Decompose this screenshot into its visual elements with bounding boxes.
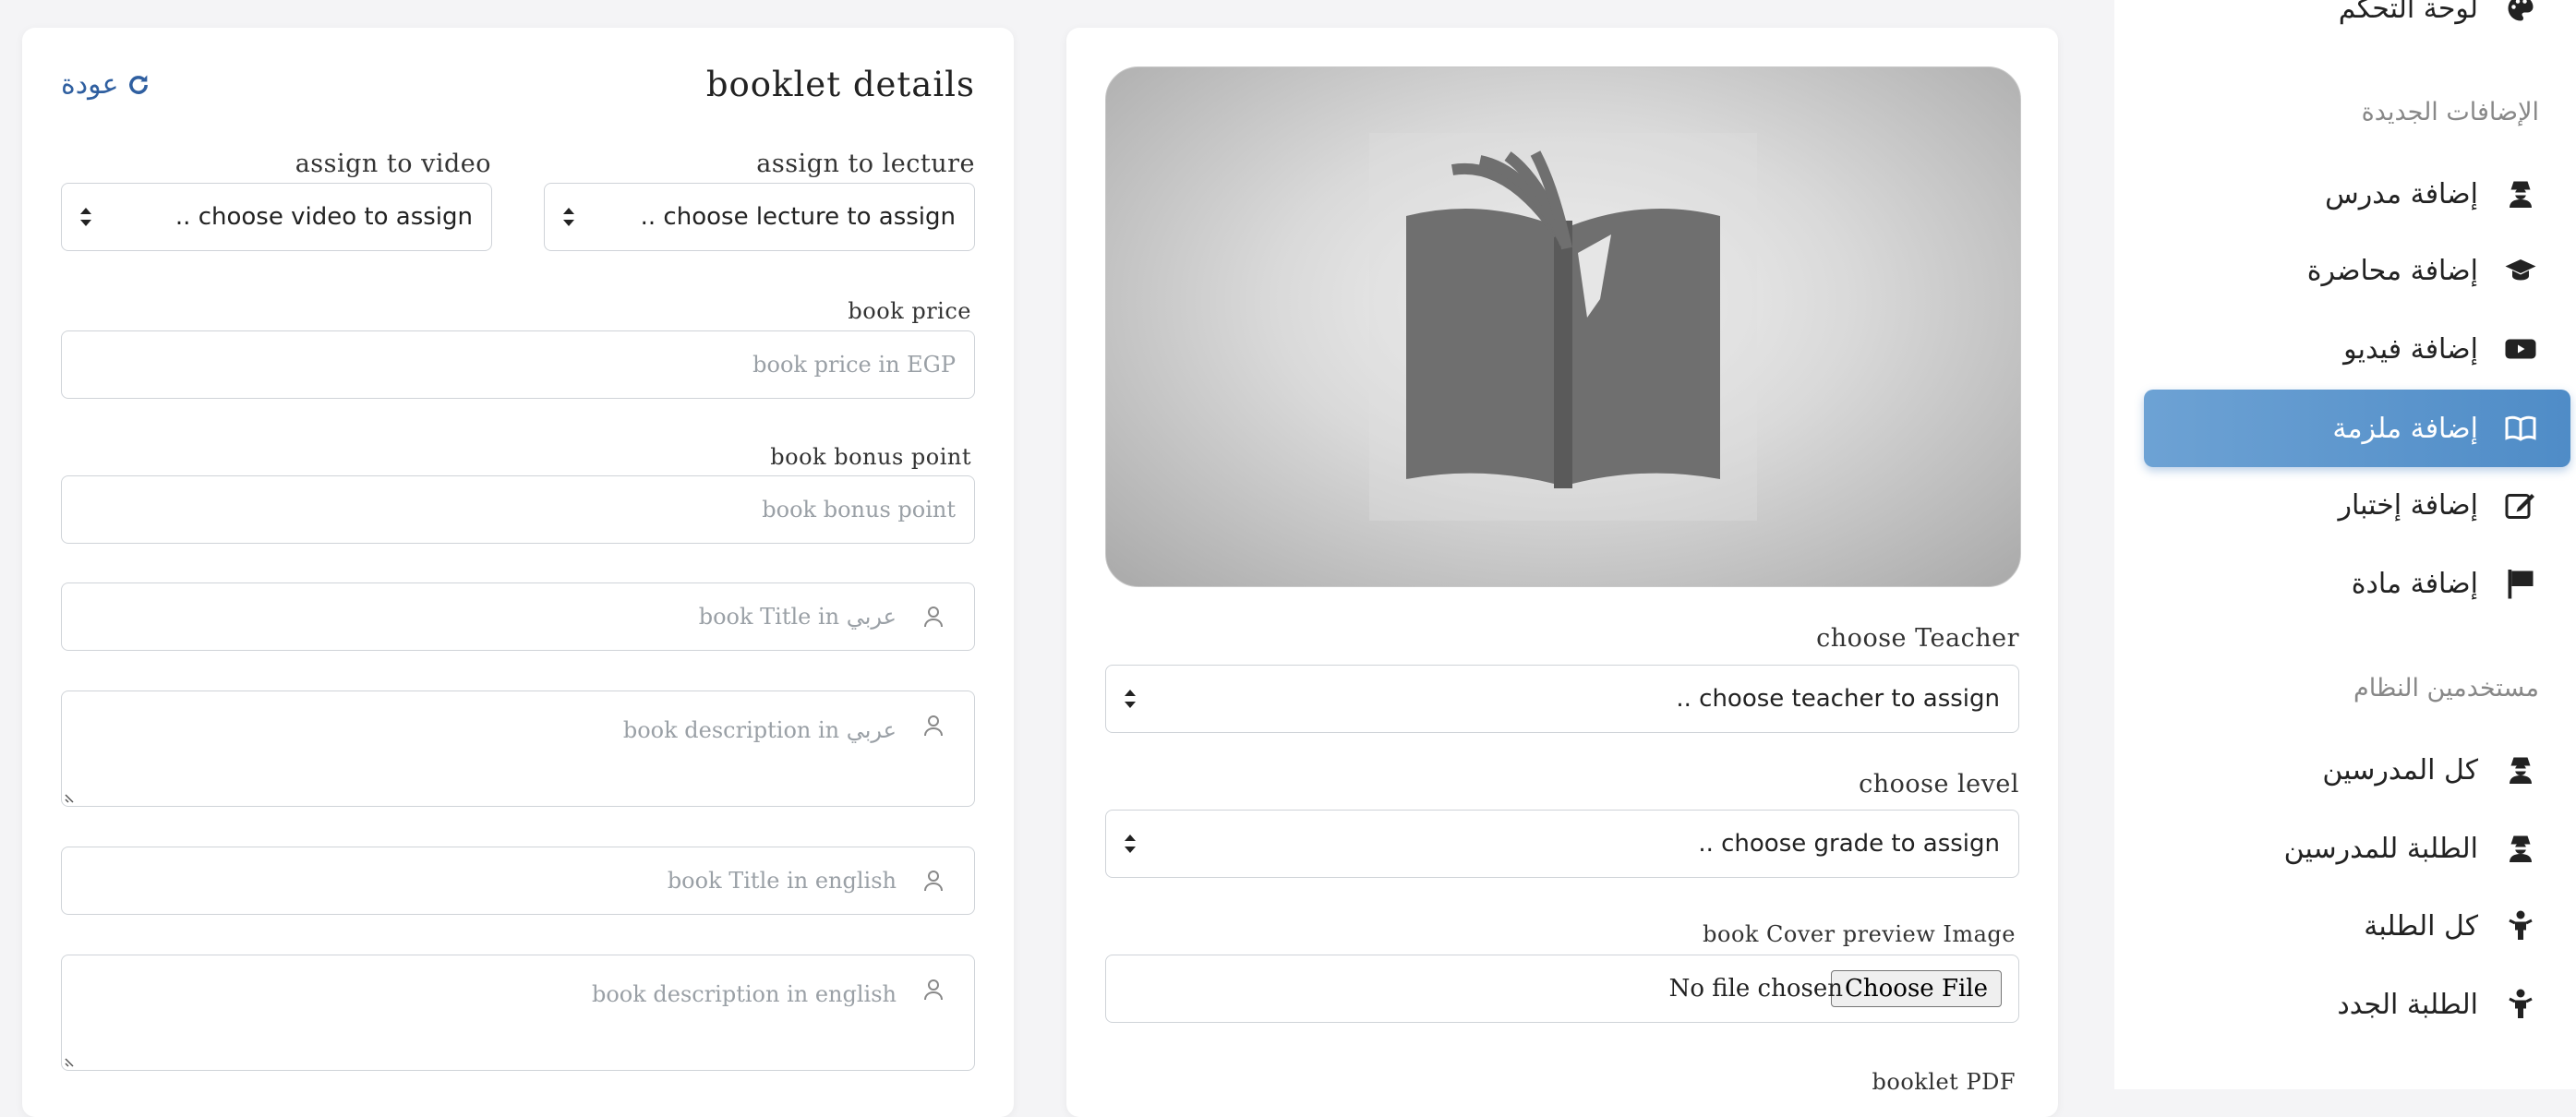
sidebar-item-label: الطلبة الجدد bbox=[2337, 988, 2478, 1021]
assign-video-select[interactable]: .. choose video to assign bbox=[61, 183, 492, 251]
sort-arrows-icon bbox=[1125, 835, 1136, 853]
assign-video-label: assign to video bbox=[295, 150, 491, 178]
page-title: booklet details bbox=[705, 65, 975, 104]
user-outline-icon bbox=[924, 607, 943, 628]
sort-arrows-icon bbox=[1125, 690, 1136, 708]
book-bonus-placeholder: book bonus point bbox=[762, 497, 956, 522]
sidebar-item-label: إضافة مادة bbox=[2351, 567, 2478, 600]
resize-handle-icon[interactable] bbox=[64, 1055, 77, 1068]
cover-preview-image bbox=[1105, 66, 2021, 587]
choose-teacher-label: choose Teacher bbox=[1816, 624, 2019, 653]
edit-icon bbox=[2502, 486, 2539, 523]
youtube-icon bbox=[2502, 330, 2539, 367]
book-price-label: book price bbox=[848, 298, 971, 324]
choose-level-select[interactable]: .. choose grade to assign bbox=[1105, 810, 2019, 878]
book-bonus-input[interactable]: book bonus point bbox=[61, 475, 975, 544]
book-bonus-label: book bonus point bbox=[770, 444, 971, 470]
file-status-text: No file chosen bbox=[1668, 975, 1843, 1003]
assign-video-value: .. choose video to assign bbox=[175, 203, 473, 231]
palette-icon bbox=[2502, 0, 2539, 27]
sidebar-item-add-exam[interactable]: إضافة إختبار bbox=[2338, 484, 2539, 526]
booklet-media-card: choose Teacher .. choose teacher to assi… bbox=[1066, 28, 2058, 1117]
sidebar-item-add-booklet[interactable]: إضافة ملزمة bbox=[2332, 407, 2539, 450]
sidebar: لوحة التحكم الإضافات الجديدة إضافة مدرس … bbox=[2114, 0, 2576, 1089]
sidebar-item-label: كل المدرسين bbox=[2322, 753, 2478, 787]
book-price-input[interactable]: book price in EGP bbox=[61, 330, 975, 399]
user-secret-icon bbox=[2502, 830, 2539, 867]
sidebar-item-label: إضافة فيديو bbox=[2343, 332, 2478, 366]
assign-lecture-select[interactable]: .. choose lecture to assign bbox=[544, 183, 975, 251]
book-description-en-placeholder: book description in english bbox=[591, 981, 897, 1007]
user-outline-icon bbox=[924, 979, 943, 1001]
sort-arrows-icon bbox=[563, 208, 574, 226]
sidebar-item-all-teachers[interactable]: كل المدرسين bbox=[2322, 749, 2539, 791]
cover-image-file-input[interactable]: Choose File No file chosen bbox=[1105, 955, 2019, 1023]
user-secret-icon bbox=[2502, 175, 2539, 212]
book-price-placeholder: book price in EGP bbox=[752, 352, 956, 378]
user-outline-icon bbox=[924, 871, 943, 892]
sidebar-item-label: إضافة مدرس bbox=[2325, 177, 2478, 210]
open-book-icon bbox=[1369, 133, 1757, 521]
sidebar-item-label: إضافة محاضرة bbox=[2306, 254, 2478, 287]
choose-teacher-select[interactable]: .. choose teacher to assign bbox=[1105, 665, 2019, 733]
section-title-users: مستخدمين النظام bbox=[2353, 674, 2539, 703]
child-icon bbox=[2502, 907, 2539, 944]
sidebar-item-add-teacher[interactable]: إضافة مدرس bbox=[2325, 173, 2539, 215]
book-title-ar-placeholder: book Title in عربي bbox=[698, 604, 897, 630]
choose-level-label: choose level bbox=[1859, 770, 2019, 799]
cover-image-label: book Cover preview Image bbox=[1703, 921, 2016, 947]
back-button[interactable]: عودة bbox=[61, 68, 151, 101]
section-title-new: الإضافات الجديدة bbox=[2361, 98, 2539, 126]
open-book-icon bbox=[2502, 410, 2539, 447]
child-icon bbox=[2502, 986, 2539, 1023]
book-title-ar-input[interactable]: book Title in عربي bbox=[61, 583, 975, 651]
sidebar-item-new-students[interactable]: الطلبة الجدد bbox=[2337, 983, 2539, 1026]
sidebar-item-teachers-students[interactable]: الطلبة للمدرسين bbox=[2284, 827, 2539, 870]
sidebar-item-label: كل الطلبة bbox=[2364, 909, 2478, 943]
graduation-cap-icon bbox=[2502, 252, 2539, 289]
choose-level-value: .. choose grade to assign bbox=[1698, 830, 2000, 858]
choose-file-button[interactable]: Choose File bbox=[1831, 970, 2002, 1007]
resize-handle-icon[interactable] bbox=[64, 791, 77, 804]
booklet-details-card: booklet details عودة assign to lecture a… bbox=[22, 28, 1014, 1117]
sidebar-item-label: الطلبة للمدرسين bbox=[2283, 832, 2478, 865]
sidebar-item-add-video[interactable]: إضافة فيديو bbox=[2343, 328, 2539, 370]
choose-teacher-value: .. choose teacher to assign bbox=[1676, 685, 2000, 713]
sidebar-item-all-students[interactable]: كل الطلبة bbox=[2364, 905, 2539, 947]
sidebar-item-dashboard[interactable]: لوحة التحكم bbox=[2339, 0, 2539, 30]
sidebar-item-add-subject[interactable]: إضافة مادة bbox=[2352, 562, 2539, 605]
assign-lecture-label: assign to lecture bbox=[756, 150, 975, 178]
book-description-ar-textarea[interactable]: book description in عربي bbox=[61, 691, 975, 807]
sidebar-item-label: لوحة التحكم bbox=[2338, 0, 2478, 25]
user-secret-icon bbox=[2502, 751, 2539, 788]
sidebar-item-label: إضافة ملزمة bbox=[2332, 412, 2478, 445]
book-title-en-input[interactable]: book Title in english bbox=[61, 847, 975, 915]
sidebar-item-label: إضافة إختبار bbox=[2338, 488, 2478, 522]
sidebar-item-add-lecture[interactable]: إضافة محاضرة bbox=[2307, 249, 2539, 292]
sort-arrows-icon bbox=[80, 208, 91, 226]
booklet-pdf-label: booklet PDF bbox=[1872, 1069, 2016, 1095]
book-description-ar-placeholder: book description in عربي bbox=[622, 717, 897, 743]
book-title-en-placeholder: book Title in english bbox=[667, 868, 897, 894]
flag-icon bbox=[2502, 565, 2539, 602]
book-description-en-textarea[interactable]: book description in english bbox=[61, 955, 975, 1071]
back-label: عودة bbox=[61, 68, 119, 101]
assign-lecture-value: .. choose lecture to assign bbox=[640, 203, 956, 231]
refresh-icon bbox=[129, 75, 149, 94]
user-outline-icon bbox=[924, 715, 943, 737]
